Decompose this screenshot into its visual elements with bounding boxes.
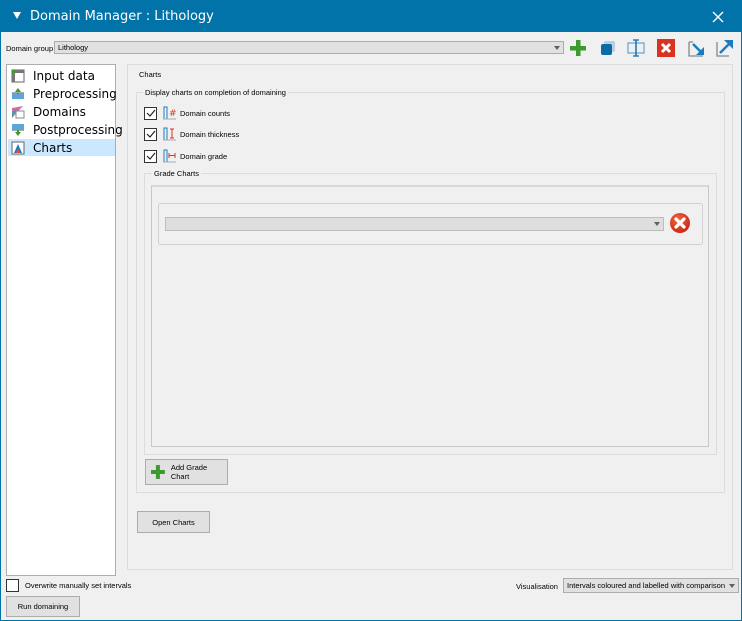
domain-manager-window: Domain Manager : Lithology Domain group …	[0, 0, 742, 621]
svg-text:#: #	[169, 109, 177, 119]
domains-icon	[12, 105, 25, 118]
sidebar-item-preprocessing[interactable]: Preprocessing	[8, 85, 117, 102]
grade-charts-title: Grade Charts	[152, 169, 202, 178]
rename-icon[interactable]	[626, 38, 646, 58]
sidebar-item-label: Preprocessing	[33, 86, 117, 101]
chevron-down-icon	[654, 222, 660, 226]
domain-group-value: Lithology	[58, 43, 89, 52]
domain-grade-label: Domain grade	[180, 151, 228, 161]
domain-counts-label: Domain counts	[180, 108, 231, 118]
overwrite-intervals-option[interactable]: Overwrite manually set intervals	[6, 579, 131, 592]
window-title: Domain Manager : Lithology	[30, 9, 214, 24]
domain-grade-checkbox[interactable]	[144, 149, 157, 163]
display-charts-group-title: Display charts on completion of domainin…	[143, 88, 288, 97]
sidebar-item-label: Charts	[33, 140, 73, 155]
preprocessing-icon	[12, 87, 24, 99]
domain-thickness-checkbox[interactable]	[144, 127, 157, 141]
charts-panel-title: Charts	[137, 70, 164, 79]
input-data-icon	[11, 69, 25, 82]
export-icon[interactable]	[715, 38, 735, 58]
visualisation-label: Visualisation	[516, 582, 558, 591]
app-logo-icon	[13, 12, 21, 19]
chevron-down-icon	[729, 584, 735, 588]
domain-group-select[interactable]: Lithology	[54, 41, 564, 54]
title-bar: Domain Manager : Lithology	[1, 1, 741, 32]
charts-icon	[11, 141, 25, 154]
visualisation-value: Intervals coloured and labelled with com…	[567, 581, 726, 590]
open-charts-button[interactable]: Open Charts	[137, 511, 210, 533]
run-domaining-label: Run domaining	[17, 602, 69, 611]
domain-thickness-label: Domain thickness	[180, 129, 240, 139]
open-charts-label: Open Charts	[152, 517, 195, 527]
add-grade-chart-button[interactable]: Add Grade Chart	[145, 459, 228, 485]
remove-grade-chart-icon[interactable]	[669, 212, 691, 234]
delete-icon[interactable]	[656, 38, 676, 58]
add-grade-chart-label: Add Grade Chart	[170, 463, 208, 481]
add-icon	[150, 465, 165, 479]
domain-counts-icon: #	[163, 106, 177, 120]
checkmark-icon	[146, 130, 155, 138]
checkmark-icon	[146, 109, 155, 117]
add-icon[interactable]	[568, 38, 588, 58]
sidebar-item-label: Input data	[33, 68, 95, 83]
domain-counts-checkbox[interactable]	[144, 106, 157, 120]
sidebar-item-input-data[interactable]: Input data	[8, 67, 115, 84]
chevron-down-icon	[554, 46, 560, 50]
sidebar-item-label: Postprocessing	[33, 122, 123, 137]
checkmark-icon	[146, 152, 155, 160]
overwrite-intervals-label: Overwrite manually set intervals	[25, 581, 132, 590]
sidebar-item-label: Domains	[33, 104, 86, 119]
overwrite-intervals-checkbox[interactable]	[6, 579, 19, 592]
option-domain-grade[interactable]: Domain grade	[144, 149, 227, 163]
sidebar-item-charts[interactable]: Charts	[8, 139, 115, 156]
copy-icon[interactable]	[598, 38, 618, 58]
option-domain-thickness[interactable]: Domain thickness	[144, 127, 239, 141]
domain-grade-icon	[163, 149, 176, 163]
close-icon	[712, 11, 724, 22]
sidebar: Input data Preprocessing Domains Postpro…	[6, 64, 123, 576]
grade-chart-select[interactable]	[165, 217, 664, 231]
sidebar-item-domains[interactable]: Domains	[8, 103, 115, 120]
import-icon[interactable]	[687, 38, 707, 58]
option-domain-counts[interactable]: # Domain counts	[144, 106, 230, 120]
run-domaining-button[interactable]: Run domaining	[6, 596, 80, 617]
domain-group-label: Domain group	[6, 44, 54, 53]
postprocessing-icon	[12, 123, 24, 136]
visualisation-select[interactable]: Intervals coloured and labelled with com…	[563, 578, 739, 593]
domain-thickness-icon	[163, 127, 176, 141]
sidebar-item-postprocessing[interactable]: Postprocessing	[8, 121, 123, 138]
close-button[interactable]	[695, 1, 741, 32]
